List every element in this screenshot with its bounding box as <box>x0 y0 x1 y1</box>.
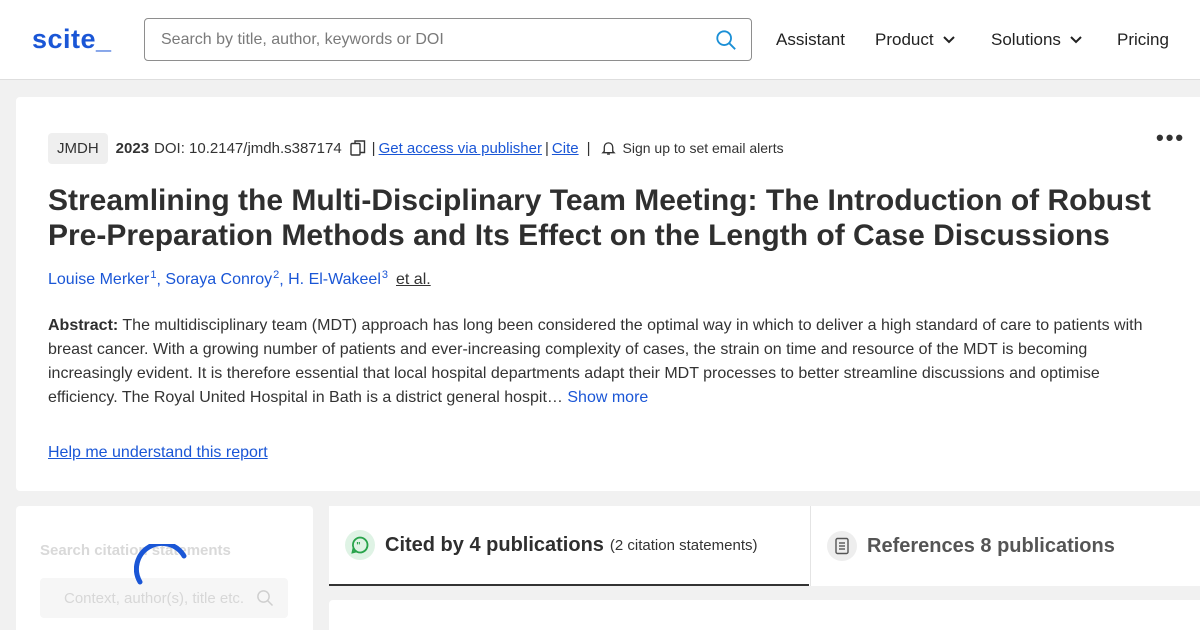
show-more-link[interactable]: Show more <box>567 389 648 406</box>
nav-assistant[interactable]: Assistant <box>776 30 845 50</box>
search-icon[interactable] <box>715 29 737 51</box>
author-name: H. El-Wakeel <box>288 271 381 289</box>
author-affiliation: 2 <box>273 269 280 281</box>
search-input[interactable] <box>161 19 691 60</box>
access-publisher-link[interactable]: Get access via publisher <box>379 140 542 157</box>
nav-solutions-label: Solutions <box>991 30 1061 49</box>
abstract-label: Abstract: <box>48 317 119 334</box>
nav-assistant-label: Assistant <box>776 30 845 49</box>
paper-title: Streamlining the Multi-Disciplinary Team… <box>48 184 1151 252</box>
chevron-down-icon <box>942 36 955 44</box>
doi-text: DOI: 10.2147/jmdh.s387174 <box>154 139 342 157</box>
scite-logo[interactable]: scite_ <box>32 24 112 55</box>
author-name: Soraya Conroy <box>165 271 273 289</box>
bell-icon[interactable] <box>600 140 616 156</box>
tab-references[interactable]: References 8 publications <box>810 506 1200 586</box>
abstract: Abstract: The multidisciplinary team (MD… <box>48 314 1158 410</box>
tab-references-title: References 8 publications <box>867 534 1115 557</box>
author-name: Louise Merker <box>48 271 150 289</box>
author-list: Louise Merker1, Soraya Conroy2, H. El-Wa… <box>48 269 431 289</box>
separator: | <box>371 139 376 157</box>
citation-search-panel: Search citation statements Context, auth… <box>16 506 313 630</box>
nav-pricing-label: Pricing <box>1117 30 1169 49</box>
copy-icon[interactable] <box>349 140 366 156</box>
help-understand-link[interactable]: Help me understand this report <box>48 444 268 462</box>
author-link[interactable]: Soraya Conroy2 <box>165 269 280 289</box>
separator: | <box>545 139 549 157</box>
tab-cited-by[interactable]: " Cited by 4 publications (2 citation st… <box>329 506 809 586</box>
paper-card: JMDH 2023 DOI: 10.2147/jmdh.s387174 | Ge… <box>16 97 1200 491</box>
tab-cited-by-sub: (2 citation statements) <box>609 536 758 554</box>
document-icon <box>827 531 857 561</box>
top-header: scite_ Assistant Product Solutions Prici… <box>0 0 1200 80</box>
chevron-down-icon <box>1070 36 1082 44</box>
journal-badge[interactable]: JMDH <box>48 132 108 164</box>
et-al-link[interactable]: et al. <box>396 271 431 288</box>
publication-year: 2023 <box>115 139 150 157</box>
author-link[interactable]: H. El-Wakeel3 <box>288 269 389 289</box>
cite-link[interactable]: Cite <box>552 140 579 157</box>
author-affiliation: 1 <box>150 269 157 281</box>
tab-cited-by-title: Cited by 4 publications <box>385 533 604 556</box>
nav-product[interactable]: Product <box>875 30 956 50</box>
nav-pricing[interactable]: Pricing <box>1117 30 1169 50</box>
email-alerts-link[interactable]: Sign up to set email alerts <box>623 140 784 156</box>
citation-list-container <box>329 600 1200 630</box>
more-options-button[interactable]: ••• <box>1156 125 1185 151</box>
author-link[interactable]: Louise Merker1 <box>48 269 157 289</box>
loading-spinner <box>134 544 187 585</box>
search-bar[interactable] <box>144 18 752 61</box>
search-icon[interactable] <box>256 589 274 607</box>
separator: | <box>586 139 591 157</box>
paper-meta: JMDH 2023 DOI: 10.2147/jmdh.s387174 | Ge… <box>48 132 784 164</box>
nav-solutions[interactable]: Solutions <box>991 30 1083 50</box>
nav-product-label: Product <box>875 30 934 49</box>
author-affiliation: 3 <box>381 269 389 281</box>
svg-text:": " <box>356 541 360 551</box>
citation-tabs: " Cited by 4 publications (2 citation st… <box>329 506 1200 586</box>
quote-icon: " <box>345 530 375 560</box>
